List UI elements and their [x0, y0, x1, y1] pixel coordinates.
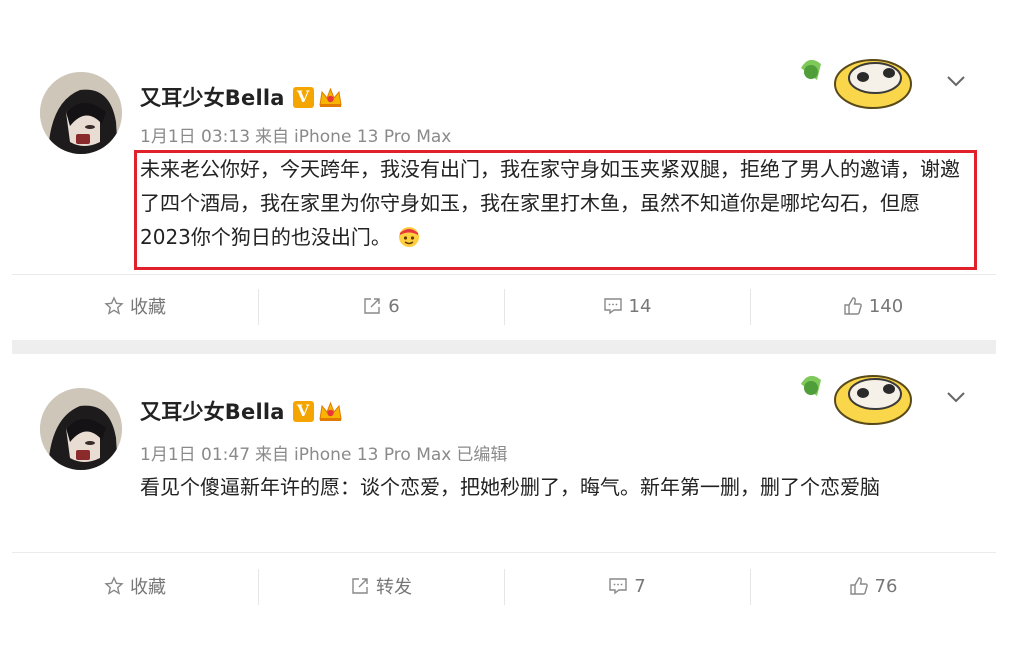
comment-count: 7: [634, 575, 646, 597]
source-prefix: 来自: [255, 127, 290, 147]
username[interactable]: 又耳少女Bella: [140, 82, 285, 112]
post-date[interactable]: 1月1日 03:13: [140, 127, 250, 147]
post-source: iPhone 13 Pro Max: [294, 445, 452, 465]
chevron-down-icon[interactable]: [945, 74, 967, 88]
comment-button[interactable]: 7: [504, 556, 750, 616]
like-button[interactable]: 140: [750, 276, 996, 336]
post-source: iPhone 13 Pro Max: [294, 127, 452, 147]
repost-count: 6: [388, 295, 400, 317]
post-text: 看见个傻逼新年许的愿：谈个恋爱，把她秒删了，晦气。新年第一删，删了个恋爱脑: [140, 475, 880, 499]
divider: [12, 274, 996, 275]
like-count: 76: [874, 575, 898, 597]
favorite-button[interactable]: 收藏: [12, 276, 258, 336]
edited-label[interactable]: 已编辑: [456, 445, 507, 465]
action-bar: 收藏 转发 7 76: [12, 556, 996, 616]
like-icon: [849, 577, 868, 595]
post-separator: [12, 340, 996, 354]
comment-button[interactable]: 14: [504, 276, 750, 336]
sticker-icon: [801, 375, 912, 425]
divider: [12, 552, 996, 553]
repost-icon: [352, 578, 368, 594]
sticker-icon: [801, 59, 912, 109]
highlight-box: [134, 150, 977, 270]
comment-count: 14: [628, 295, 652, 317]
post-meta: 1月1日 03:13 来自 iPhone 13 Pro Max: [140, 122, 456, 147]
action-bar: 收藏 6 14 140: [12, 276, 996, 336]
star-icon: [104, 576, 124, 595]
username[interactable]: 又耳少女Bella: [140, 396, 285, 426]
favorite-label: 收藏: [130, 297, 166, 318]
source-prefix: 来自: [255, 445, 290, 465]
comment-icon: [603, 298, 622, 315]
favorite-button[interactable]: 收藏: [12, 556, 258, 616]
repost-button[interactable]: 转发: [258, 556, 504, 616]
avatar[interactable]: [40, 388, 122, 470]
favorite-label: 收藏: [130, 577, 166, 598]
crown-icon[interactable]: [317, 399, 344, 423]
like-button[interactable]: 76: [750, 556, 996, 616]
like-count: 140: [868, 295, 904, 317]
chevron-down-icon[interactable]: [945, 390, 967, 404]
repost-label: 转发: [376, 577, 412, 598]
like-icon: [844, 297, 862, 315]
verified-badge: V: [292, 86, 314, 108]
repost-button[interactable]: 6: [258, 276, 504, 336]
weibo-post: 又耳少女Bella V 1月1日 03:13 来自 iPhone 13 Pro Ma…: [0, 0, 1026, 336]
post-date[interactable]: 1月1日 01:47: [140, 445, 250, 465]
post-meta: 1月1日 01:47 来自 iPhone 13 Pro Max 已编辑: [140, 440, 512, 465]
crown-icon[interactable]: [317, 85, 344, 109]
weibo-post: 又耳少女Bella V 1月1日 01:47 来自 iPhone 13 Pro Ma…: [0, 356, 1026, 670]
repost-icon: [364, 298, 380, 314]
comment-icon: [609, 578, 627, 595]
avatar[interactable]: [40, 72, 122, 154]
verified-badge: V: [292, 400, 314, 422]
star-icon: [104, 296, 124, 315]
